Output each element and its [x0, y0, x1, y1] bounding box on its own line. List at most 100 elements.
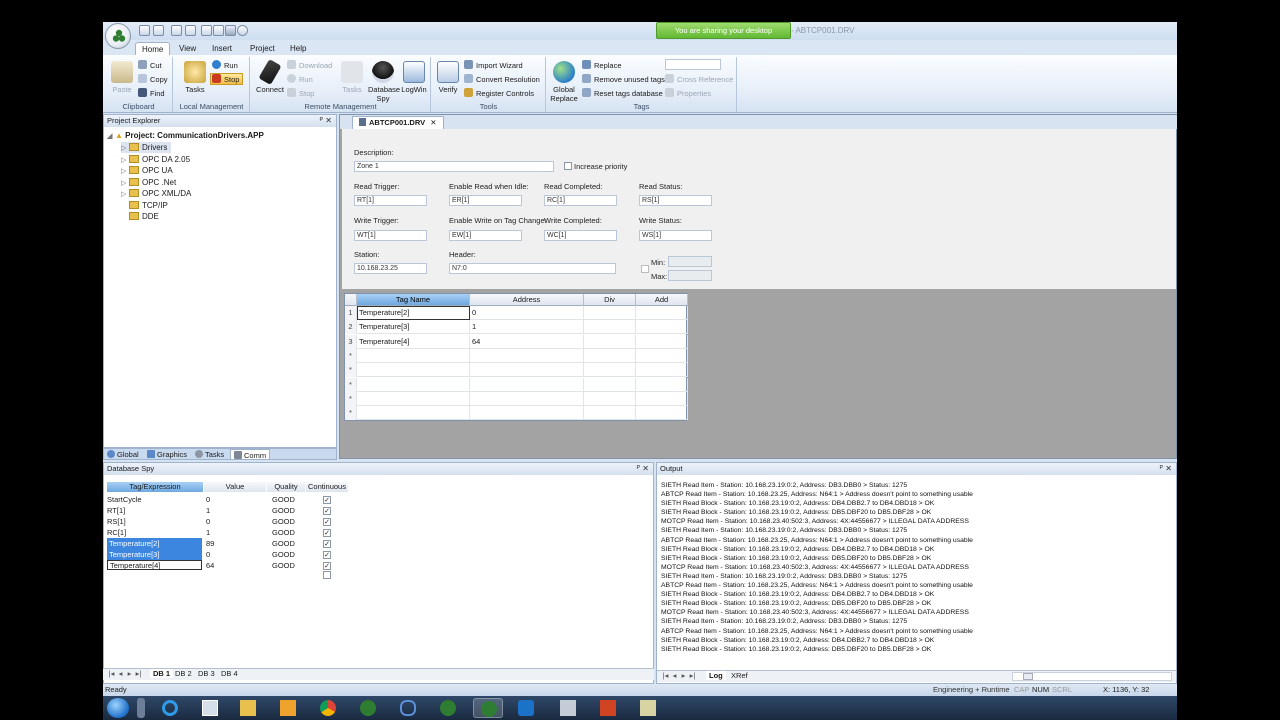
output-tab-xref[interactable]: XRef [731, 671, 748, 680]
add-cell[interactable] [636, 306, 688, 320]
enable-write-field[interactable]: EW[1] [449, 230, 522, 241]
spy-row[interactable]: StartCycle 0 GOOD ✓ [107, 494, 347, 505]
address-cell[interactable] [470, 406, 584, 421]
tree-item-opc-xml[interactable]: ▷ OPC XML/DA [121, 188, 191, 199]
min-field[interactable] [668, 256, 712, 267]
spy-col-value[interactable]: Value [204, 482, 266, 492]
local-stop-button[interactable]: Stop [210, 73, 244, 85]
remote-run-button[interactable]: Run [287, 74, 313, 86]
sheet-tab-db4[interactable]: DB 4 [221, 669, 238, 678]
check-icon[interactable]: ✓ [323, 540, 331, 548]
grid-row[interactable]: 1 Temperature[2] 0 [345, 306, 688, 320]
row-number[interactable]: 3 [345, 334, 357, 349]
notes-icon[interactable] [633, 698, 663, 718]
grid-row[interactable]: * [345, 406, 688, 421]
studio-icon[interactable] [353, 698, 383, 718]
teamviewer-icon[interactable] [511, 698, 541, 718]
tab-help[interactable]: Help [284, 42, 312, 55]
row-number[interactable]: 2 [345, 320, 357, 335]
save-icon[interactable] [171, 25, 182, 36]
remote-stop-button[interactable]: Stop [287, 88, 314, 100]
min-max-checkbox[interactable] [641, 265, 649, 273]
add-cell[interactable] [636, 334, 688, 349]
sheet-nav-arrows[interactable]: |◂ ◂ ▸ ▸| [107, 669, 143, 678]
spy-value-cell[interactable]: 89 [206, 538, 256, 549]
tag-name-cell[interactable]: Temperature[2] [357, 306, 470, 320]
verify-button[interactable]: Verify [433, 61, 463, 94]
spy-row[interactable]: Temperature[3] 0 GOOD ✓ [107, 549, 347, 560]
spy-value-cell[interactable]: 64 [206, 560, 256, 571]
expand-icon[interactable]: ▷ [121, 178, 129, 189]
tab-home[interactable]: Home [135, 42, 171, 55]
add-cell[interactable] [636, 348, 688, 363]
address-cell[interactable]: 64 [470, 334, 584, 349]
help-icon[interactable] [237, 25, 248, 36]
spy-continuous-checkbox[interactable]: ✓ [323, 505, 335, 516]
grid-row[interactable]: 3 Temperature[4] 64 [345, 334, 688, 349]
add-cell[interactable] [636, 391, 688, 406]
pin-close-icon[interactable]: ᴾ ✕ [1160, 463, 1172, 475]
tools-icon[interactable] [553, 698, 583, 718]
add-cell[interactable] [636, 406, 688, 421]
add-cell[interactable] [636, 377, 688, 392]
sheet-tab-db3[interactable]: DB 3 [198, 669, 215, 678]
output-horizontal-scrollbar[interactable] [1012, 672, 1172, 681]
outlook-icon[interactable] [273, 698, 303, 718]
local-run-button[interactable]: Run [212, 60, 238, 72]
description-field[interactable]: Zone 1 [354, 161, 554, 172]
tree-item-opc-net[interactable]: ▷ OPC .Net [121, 177, 176, 188]
expand-icon[interactable]: ▷ [121, 155, 129, 166]
div-cell[interactable] [584, 391, 636, 406]
address-cell[interactable] [470, 348, 584, 363]
cut-button[interactable]: Cut [138, 60, 162, 72]
tree-item-opc-ua[interactable]: ▷ OPC UA [121, 165, 173, 176]
spy-row[interactable]: Temperature[4] 64 GOOD ✓ [107, 560, 347, 571]
close-tab-icon[interactable]: ✕ [430, 118, 436, 127]
explorer-tab-tasks[interactable]: Tasks [195, 449, 224, 460]
open-icon[interactable] [153, 25, 164, 36]
col-header-address[interactable]: Address [470, 294, 584, 306]
div-cell[interactable] [584, 377, 636, 392]
spy-value-cell[interactable]: 1 [206, 505, 256, 516]
properties-button[interactable]: Properties [665, 88, 711, 100]
find-button[interactable]: Find [138, 88, 165, 100]
studio-active-icon[interactable] [473, 698, 503, 718]
tag-name-cell[interactable] [357, 348, 470, 363]
check-icon[interactable]: ✓ [323, 529, 331, 537]
read-trigger-field[interactable]: RT[1] [354, 195, 427, 206]
back-icon[interactable] [201, 25, 212, 36]
spy-tag-cell[interactable]: Temperature[4] [107, 560, 202, 570]
row-number[interactable]: * [345, 348, 357, 363]
write-completed-field[interactable]: WC[1] [544, 230, 617, 241]
folders-icon[interactable] [233, 698, 263, 718]
read-status-field[interactable]: RS[1] [639, 195, 712, 206]
convert-resolution-button[interactable]: Convert Resolution [464, 74, 540, 86]
spy-value-cell[interactable]: 0 [206, 494, 256, 505]
check-icon[interactable]: ✓ [323, 518, 331, 526]
tree-item-opc-da[interactable]: ▷ OPC DA 2.05 [121, 154, 190, 165]
forward-icon[interactable] [213, 25, 224, 36]
spy-tag-cell[interactable]: RS[1] [107, 516, 202, 527]
spy-row[interactable]: Temperature[2] 89 GOOD ✓ [107, 538, 347, 549]
tag-name-cell[interactable] [357, 363, 470, 378]
row-number[interactable]: * [345, 391, 357, 406]
div-cell[interactable] [584, 306, 636, 320]
explorer-tab-graphics[interactable]: Graphics [147, 449, 187, 460]
tab-insert[interactable]: Insert [206, 42, 238, 55]
address-cell[interactable] [470, 377, 584, 392]
add-cell[interactable] [636, 320, 688, 335]
tag-search-field[interactable] [665, 59, 721, 70]
remove-unused-button[interactable]: Remove unused tags [582, 74, 665, 86]
spy-value-cell[interactable]: 0 [206, 549, 256, 560]
div-cell[interactable] [584, 320, 636, 335]
logwin-button[interactable]: LogWin [399, 61, 429, 94]
start-orb-icon[interactable] [107, 698, 129, 718]
register-controls-button[interactable]: Register Controls [464, 88, 534, 100]
address-cell[interactable] [470, 391, 584, 406]
tag-name-cell[interactable] [357, 391, 470, 406]
expand-icon[interactable]: ▷ [121, 143, 129, 154]
new-icon[interactable] [139, 25, 150, 36]
spy-tag-cell[interactable]: RC[1] [107, 527, 202, 538]
download-button[interactable]: Download [287, 60, 332, 72]
tag-name-cell[interactable] [357, 377, 470, 392]
